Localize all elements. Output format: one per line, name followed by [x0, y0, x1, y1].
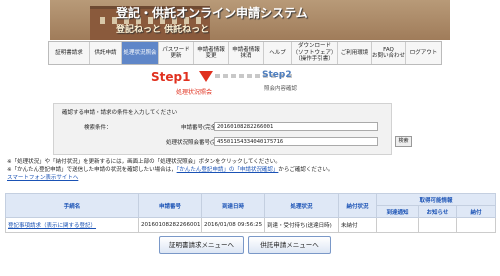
- site-subtitle: 登記ねっと 供託ねっと: [116, 25, 210, 35]
- nav-item[interactable]: 申請者情報 抹消: [229, 42, 264, 64]
- note-line2-suffix: からご確認ください。: [278, 167, 334, 173]
- cell-payment: 未納付: [338, 217, 377, 233]
- deposit-menu-button[interactable]: 供託申請メニューへ: [248, 236, 331, 254]
- step-arrow-icon: [199, 71, 213, 82]
- nav-item[interactable]: 申請者情報 変更: [194, 42, 229, 64]
- nav-item[interactable]: ヘルプ: [264, 42, 292, 64]
- search-instruction: 確認する申請・請求の条件を入力してください: [62, 110, 178, 116]
- nav-item[interactable]: FAQ お問い合わせ: [372, 42, 406, 64]
- step-indicator: Step1 処理状況照会 Step2 照会内容確認: [0, 63, 500, 100]
- nav-item[interactable]: ログアウト: [406, 42, 441, 64]
- step2-label: 照会内容確認: [264, 86, 298, 92]
- note-line2: ※「かんたん登記申請」で送信した申請の状況を確認したい場合は，「かんたん登記申請…: [7, 166, 333, 174]
- cell-application-number: 20160108282266001: [138, 217, 202, 233]
- search-panel: 確認する申請・請求の条件を入力してください 検索条件： 申請番号(完全一致) 2…: [53, 103, 392, 155]
- col-procedure: 手続名: [5, 193, 139, 218]
- step1-label: 処理状況照会: [176, 89, 213, 96]
- cell-notice: [418, 217, 457, 233]
- col-arrival-notice: 到達通知: [376, 205, 419, 218]
- procedure-link[interactable]: 登記事項請求（表示に関する登記）: [5, 217, 139, 233]
- application-number-input[interactable]: 20160108282266001: [214, 122, 378, 131]
- cell-status: 到達・受付待ち(送達日時): [264, 217, 339, 233]
- nav-item[interactable]: ダウンロード （ソフトウェア） （操作手引書）: [292, 42, 338, 64]
- col-payment: 納付状況: [338, 193, 377, 218]
- inquiry-number-input[interactable]: 4550115433404017571­6: [214, 137, 378, 146]
- step2-title: Step2: [262, 70, 292, 80]
- col-notice: お知らせ: [418, 205, 457, 218]
- col-pay: 納付: [455, 205, 497, 218]
- search-conditions-label: 検索条件：: [84, 125, 112, 131]
- banner: 登記・供託オンライン申請システム 登記ねっと 供託ねっと: [50, 0, 450, 40]
- site-title: 登記・供託オンライン申請システム: [116, 6, 308, 20]
- nav-item[interactable]: 供託申請: [90, 42, 122, 64]
- col-available-info: 取得可能情報: [375, 193, 497, 206]
- notes: ※「処理状況」や「納付状況」を更新するには，画面上部の「処理状況照会」ボタンをク…: [7, 158, 333, 182]
- step1-title: Step1: [151, 70, 191, 84]
- nav-item[interactable]: ご利用環境: [338, 42, 372, 64]
- nav-item[interactable]: 証明書請求: [49, 42, 90, 64]
- nav-item[interactable]: パスワード 更新: [159, 42, 194, 64]
- cell-arrival-time: 2016/01/08 09:56:25: [201, 217, 265, 233]
- cell-pay: [455, 217, 497, 233]
- certificate-menu-button[interactable]: 証明書請求メニューへ: [159, 236, 244, 254]
- smartphone-site-link[interactable]: スマートフォン表示サイトへ: [7, 175, 78, 181]
- simple-registration-status-link[interactable]: 「かんたん登記申請」の「申請状況確認」: [177, 167, 279, 173]
- search-button[interactable]: 検索: [395, 136, 412, 147]
- nav-item[interactable]: 処理状況照会: [122, 42, 159, 64]
- col-arrival-time: 到達日時: [201, 193, 265, 218]
- col-status: 処理状況: [264, 193, 339, 218]
- table-row: 登記事項請求（表示に関する登記） 20160108282266001 2016/…: [5, 217, 497, 233]
- note-line2-text: ※「かんたん登記申請」で送信した申請の状況を確認したい場合は，: [7, 167, 177, 173]
- col-application-number: 申請番号: [138, 193, 202, 218]
- note-line1: ※「処理状況」や「納付状況」を更新するには，画面上部の「処理状況照会」ボタンをク…: [7, 159, 281, 165]
- results-table: 手続名 申請番号 到達日時 処理状況 納付状況 取得可能情報 到達通知 お知らせ…: [5, 193, 497, 233]
- header: 登記・供託オンライン申請システム 登記ねっと 供託ねっと: [0, 0, 500, 40]
- cell-arrival-notice: [376, 217, 419, 233]
- main-nav: 証明書請求 供託申請 処理状況照会 パスワード 更新 申請者情報 変更 申請者情報 抹消ヘ…: [48, 41, 442, 65]
